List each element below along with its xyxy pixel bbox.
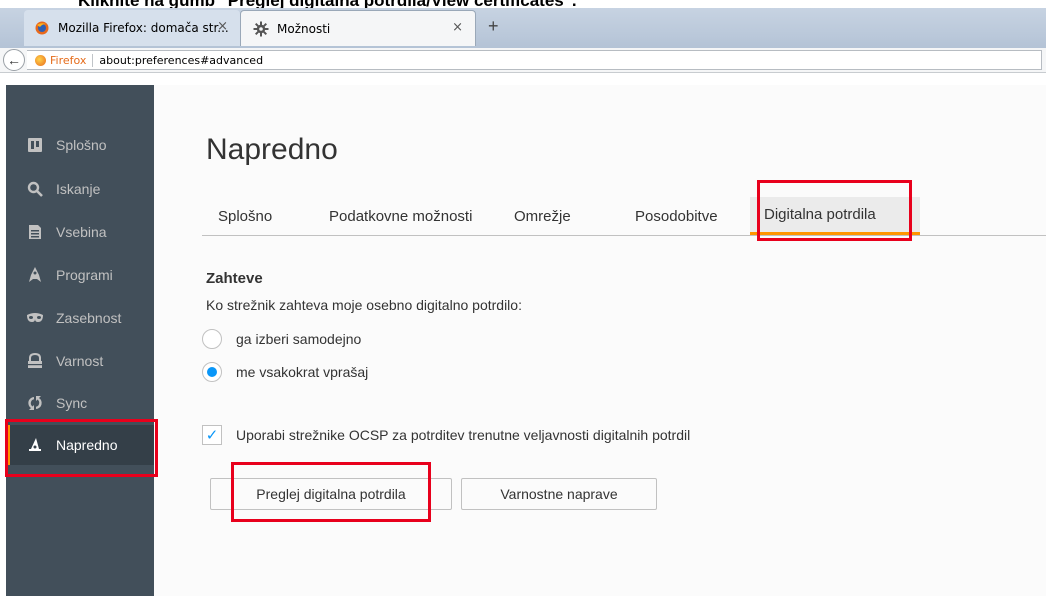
- sidebar-item-search[interactable]: Iskanje: [6, 169, 154, 209]
- search-icon: [26, 180, 44, 198]
- sidebar-item-label: Napredno: [56, 437, 118, 453]
- firefox-identity-icon: [35, 54, 46, 66]
- browser-tab-home[interactable]: Mozilla Firefox: domača str... ×: [24, 10, 240, 46]
- toolbar-spacer: [0, 73, 1046, 85]
- radio-button[interactable]: [202, 329, 222, 349]
- ocsp-checkbox-row[interactable]: ✓ Uporabi strežnike OCSP za potrditev tr…: [202, 425, 690, 445]
- privacy-mask-icon: [26, 309, 44, 327]
- selected-indicator: [6, 425, 10, 465]
- tab-certificates[interactable]: Digitalna potrdila: [750, 197, 920, 235]
- section-heading: Zahteve: [206, 270, 263, 287]
- url-bar[interactable]: Firefox about:preferences#advanced: [27, 50, 1042, 70]
- tab-general[interactable]: Splošno: [218, 197, 272, 235]
- security-devices-button[interactable]: Varnostne naprave: [461, 478, 657, 510]
- security-lock-icon: [26, 352, 44, 370]
- browser-tab-options[interactable]: Možnosti ×: [240, 10, 476, 46]
- back-button[interactable]: ←: [3, 49, 25, 71]
- radio-select-automatically[interactable]: ga izberi samodejno: [202, 327, 402, 351]
- identity-label: Firefox: [50, 53, 94, 67]
- sidebar-item-label: Splošno: [56, 137, 107, 153]
- preferences-content: Napredno Splošno Podatkovne možnosti Omr…: [154, 85, 1046, 596]
- firefox-icon: [34, 20, 50, 36]
- close-icon[interactable]: ×: [452, 20, 463, 35]
- preferences-sidebar: Splošno Iskanje Vsebina Programi Zasebno…: [6, 85, 154, 596]
- sidebar-item-label: Vsebina: [56, 224, 107, 240]
- tab-title: Možnosti: [277, 21, 331, 36]
- sidebar-item-label: Varnost: [56, 353, 104, 369]
- general-icon: [26, 136, 44, 154]
- view-certificates-button[interactable]: Preglej digitalna potrdila: [210, 478, 452, 510]
- close-icon[interactable]: ×: [217, 19, 228, 34]
- sidebar-item-general[interactable]: Splošno: [6, 125, 154, 165]
- section-description: Ko strežnik zahteva moje osebno digitaln…: [206, 297, 522, 313]
- tab-strip: Mozilla Firefox: domača str... × Možnost…: [0, 8, 1046, 48]
- document-caption: Kliknite na gumb "Preglej digitalna potr…: [0, 0, 1046, 8]
- sidebar-item-applications[interactable]: Programi: [6, 255, 154, 295]
- gear-icon: [253, 21, 269, 37]
- checkmark-icon[interactable]: ✓: [202, 425, 222, 445]
- sidebar-item-privacy[interactable]: Zasebnost: [6, 298, 154, 338]
- tab-update[interactable]: Posodobitve: [635, 197, 718, 235]
- url-text[interactable]: about:preferences#advanced: [99, 54, 263, 67]
- sidebar-item-advanced[interactable]: Napredno: [6, 425, 154, 465]
- checkbox-label: Uporabi strežnike OCSP za potrditev tren…: [236, 427, 691, 443]
- sidebar-item-sync[interactable]: Sync: [6, 383, 154, 423]
- advanced-wizard-icon: [26, 436, 44, 454]
- radio-dot: [207, 367, 217, 377]
- radio-label: me vsakokrat vprašaj: [236, 364, 369, 380]
- sidebar-item-label: Sync: [56, 395, 88, 411]
- tab-data-choices[interactable]: Podatkovne možnosti: [329, 197, 472, 235]
- content-icon: [26, 223, 44, 241]
- page-title: Napredno: [206, 133, 338, 166]
- radio-button-checked[interactable]: [202, 362, 222, 382]
- advanced-tabs: Splošno Podatkovne možnosti Omrežje Poso…: [202, 197, 1046, 236]
- sidebar-item-security[interactable]: Varnost: [6, 341, 154, 381]
- radio-ask-every-time[interactable]: me vsakokrat vprašaj: [202, 360, 402, 384]
- new-tab-button[interactable]: +: [488, 16, 499, 37]
- sidebar-item-label: Iskanje: [56, 181, 101, 197]
- tab-title: Mozilla Firefox: domača str...: [58, 21, 229, 35]
- sync-icon: [26, 394, 44, 412]
- sidebar-item-label: Zasebnost: [56, 310, 122, 326]
- tab-network[interactable]: Omrežje: [514, 197, 571, 235]
- radio-label: ga izberi samodejno: [236, 331, 362, 347]
- sidebar-item-label: Programi: [56, 267, 113, 283]
- applications-icon: [26, 266, 44, 284]
- back-arrow-icon: ←: [7, 52, 21, 68]
- navigation-bar: ← Firefox about:preferences#advanced: [0, 48, 1046, 73]
- sidebar-item-content[interactable]: Vsebina: [6, 212, 154, 252]
